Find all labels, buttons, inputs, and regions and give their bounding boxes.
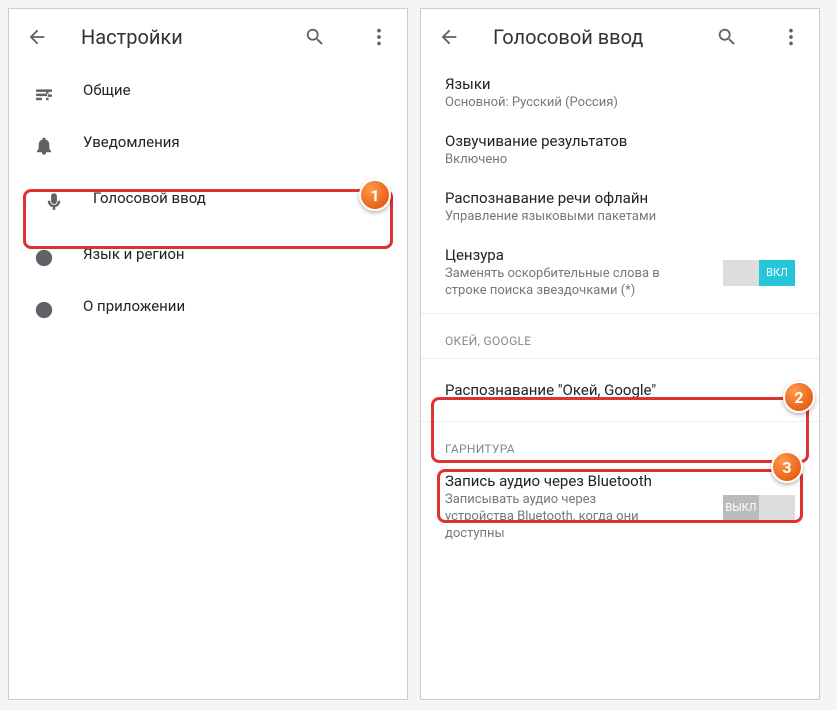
bluetooth-toggle[interactable]: ВЫКЛ bbox=[723, 495, 795, 521]
toggle-label: ВКЛ bbox=[759, 260, 795, 286]
tune-icon bbox=[33, 83, 55, 105]
row-voice-input[interactable]: Голосовой ввод bbox=[19, 177, 397, 229]
appbar: Голосовой ввод bbox=[421, 9, 819, 65]
divider bbox=[421, 313, 819, 314]
more-icon[interactable] bbox=[359, 17, 399, 57]
row-bluetooth[interactable]: Запись аудио через Bluetooth Записывать … bbox=[421, 462, 819, 553]
mic-icon bbox=[43, 191, 65, 213]
label: Распознавание "Окей, Google" bbox=[445, 381, 803, 399]
label: Языки bbox=[445, 75, 803, 93]
appbar: Настройки bbox=[9, 9, 407, 65]
label: Язык и регион bbox=[83, 245, 391, 263]
back-icon[interactable] bbox=[17, 17, 57, 57]
section-ok-google: ОКЕЙ, GOOGLE bbox=[421, 318, 819, 354]
label: Уведомления bbox=[83, 133, 391, 151]
label: Озвучивание результатов bbox=[445, 132, 803, 150]
settings-screen: Настройки Общие Уведомления Голосовой вв… bbox=[8, 8, 408, 700]
label: Запись аудио через Bluetooth bbox=[445, 472, 803, 490]
divider bbox=[421, 421, 819, 422]
label: Распознавание речи офлайн bbox=[445, 189, 803, 207]
voice-input-screen: Голосовой ввод Языки Основной: Русский (… bbox=[420, 8, 820, 700]
badge-2: 2 bbox=[783, 381, 815, 413]
sub: Основной: Русский (Россия) bbox=[445, 95, 665, 112]
row-language-region[interactable]: Язык и регион bbox=[9, 233, 407, 285]
row-notifications[interactable]: Уведомления bbox=[9, 121, 407, 173]
label: О приложении bbox=[83, 297, 391, 315]
label: Общие bbox=[83, 81, 391, 99]
row-languages[interactable]: Языки Основной: Русский (Россия) bbox=[421, 65, 819, 122]
page-title: Голосовой ввод bbox=[493, 25, 683, 49]
page-title: Настройки bbox=[81, 25, 271, 49]
row-speak-results[interactable]: Озвучивание результатов Включено bbox=[421, 122, 819, 179]
badge-3: 3 bbox=[771, 451, 803, 483]
toggle-label: ВЫКЛ bbox=[723, 495, 759, 521]
row-ok-google[interactable]: Распознавание "Окей, Google" bbox=[421, 363, 819, 417]
globe-icon bbox=[33, 247, 55, 269]
sub: Включено bbox=[445, 152, 665, 169]
sub: Управление языковыми пакетами bbox=[445, 209, 665, 226]
info-icon bbox=[33, 299, 55, 321]
row-general[interactable]: Общие bbox=[9, 69, 407, 121]
censor-toggle[interactable]: ВКЛ bbox=[723, 260, 795, 286]
search-icon[interactable] bbox=[707, 17, 747, 57]
row-about[interactable]: О приложении bbox=[9, 285, 407, 337]
section-headset: ГАРНИТУРА bbox=[421, 426, 819, 462]
row-censor[interactable]: Цензура Заменять оскорбительные слова в … bbox=[421, 236, 819, 310]
sub: Заменять оскорбительные слова в строке п… bbox=[445, 266, 665, 300]
search-icon[interactable] bbox=[295, 17, 335, 57]
bell-icon bbox=[33, 135, 55, 157]
label: Голосовой ввод bbox=[93, 189, 381, 207]
sub: Записывать аудио через устройства Blueto… bbox=[445, 492, 665, 543]
more-icon[interactable] bbox=[771, 17, 811, 57]
back-icon[interactable] bbox=[429, 17, 469, 57]
badge-1: 1 bbox=[359, 179, 391, 211]
row-offline[interactable]: Распознавание речи офлайн Управление язы… bbox=[421, 179, 819, 236]
settings-list: Общие Уведомления Голосовой ввод Язык и … bbox=[9, 65, 407, 337]
divider bbox=[421, 358, 819, 359]
